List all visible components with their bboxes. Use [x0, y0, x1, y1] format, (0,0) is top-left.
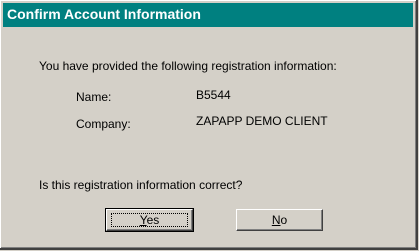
dialog-title: Confirm Account Information: [7, 6, 201, 22]
yes-button-label: Yes: [107, 213, 192, 227]
confirm-question: Is this registration information correct…: [39, 178, 243, 192]
yes-mnemonic: Y: [139, 213, 147, 227]
no-button[interactable]: No: [236, 209, 323, 231]
yes-label-rest: es: [146, 213, 160, 227]
no-label-rest: o: [280, 213, 288, 227]
yes-button[interactable]: Yes: [105, 208, 194, 232]
confirm-account-dialog: Confirm Account Information You have pro…: [0, 0, 418, 250]
company-label: Company:: [76, 117, 131, 131]
no-button-label: No: [237, 213, 322, 227]
title-bar[interactable]: Confirm Account Information: [3, 3, 413, 27]
intro-text: You have provided the following registra…: [39, 59, 337, 73]
name-value: B5544: [196, 88, 231, 102]
company-value: ZAPAPP DEMO CLIENT: [196, 114, 328, 128]
name-label: Name:: [76, 90, 112, 104]
